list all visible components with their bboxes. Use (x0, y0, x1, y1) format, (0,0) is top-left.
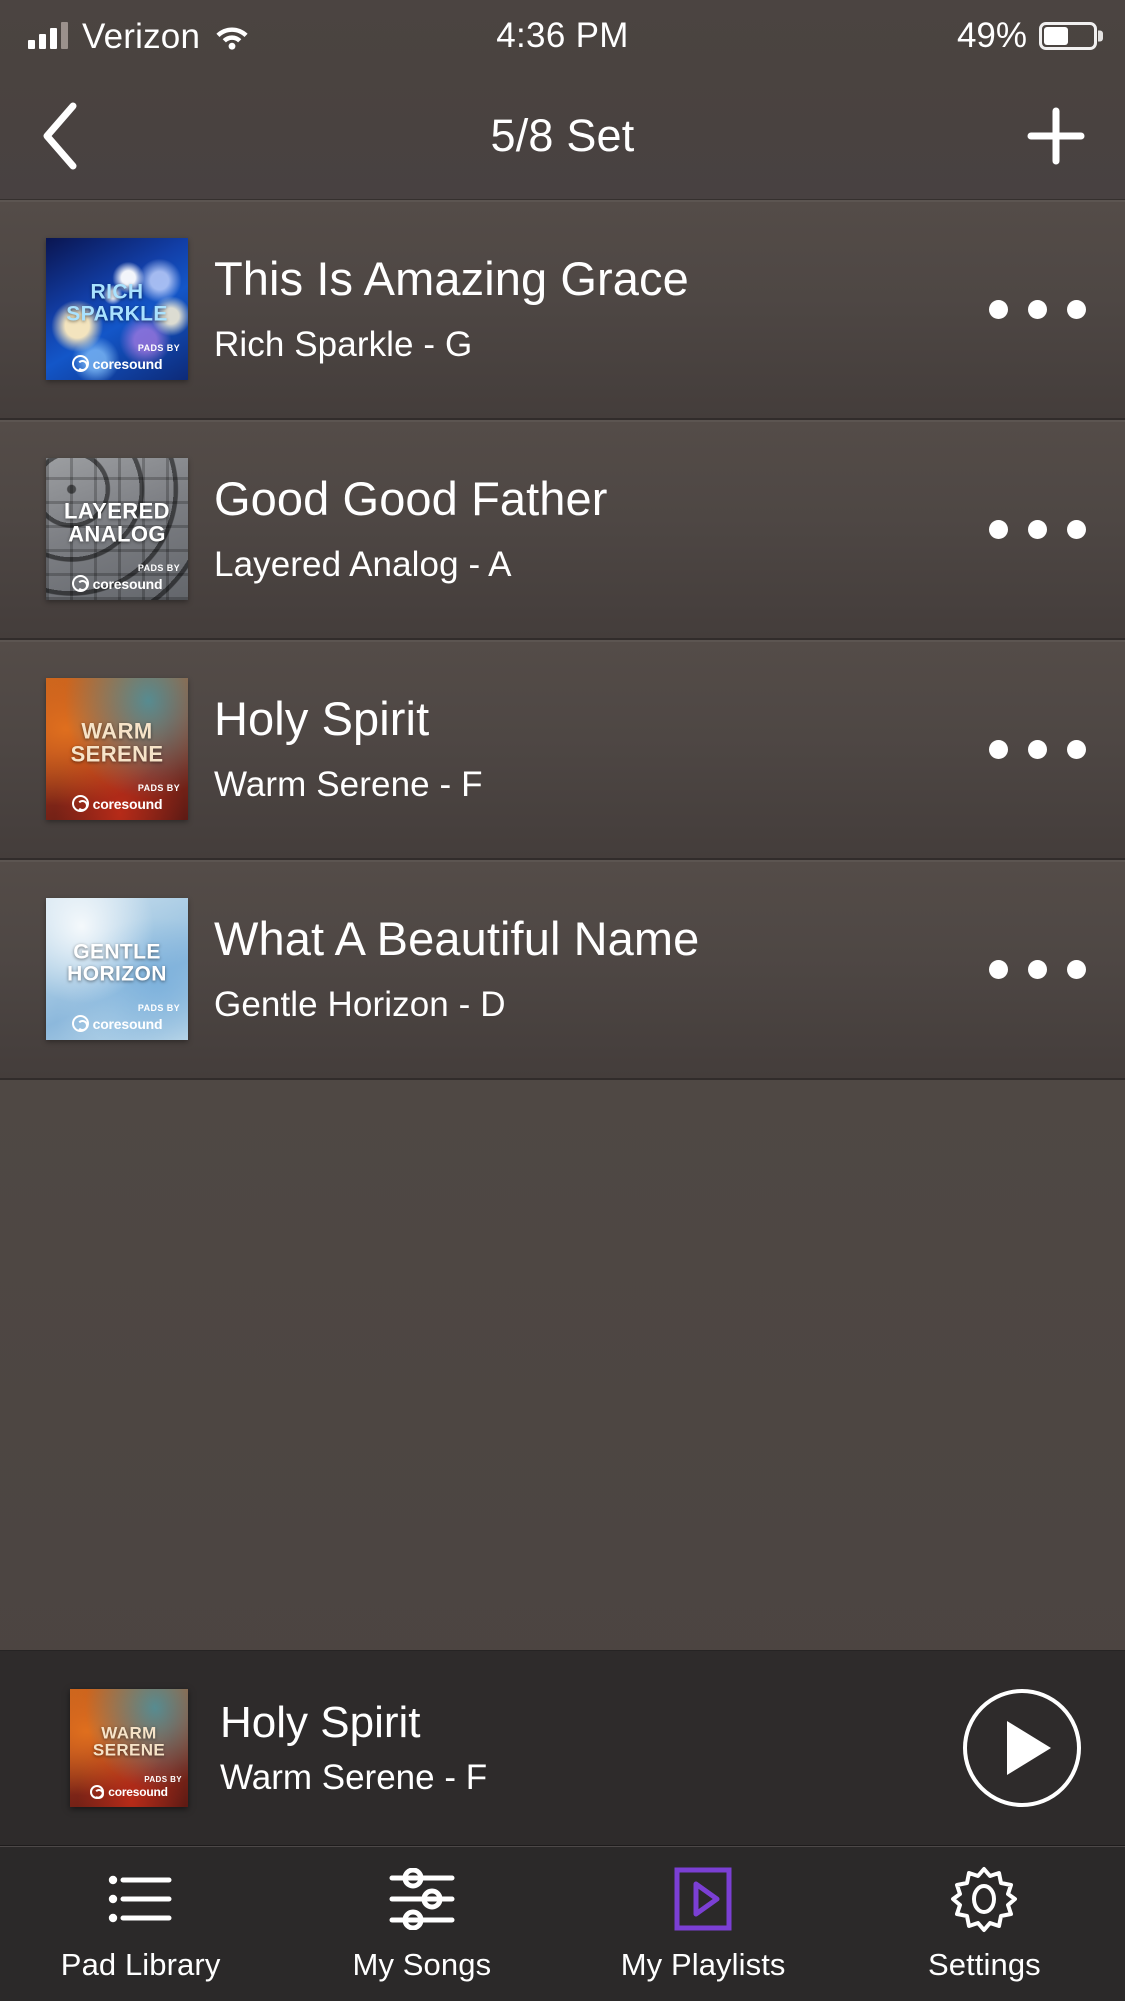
tab-settings[interactable]: Settings (844, 1863, 1125, 2001)
tab-label-my-songs: My Songs (352, 1947, 492, 1982)
song-title: This Is Amazing Grace (214, 252, 689, 306)
now-playing-title: Holy Spirit (220, 1697, 421, 1747)
coresound-logo-icon (71, 355, 89, 372)
list-bullet-icon (107, 1863, 175, 1935)
album-art-brand-kicker: PADS BY (144, 1775, 182, 1784)
album-art: LAYERED ANALOG PADS BY coresound (46, 458, 188, 600)
coresound-logo-icon (71, 575, 89, 592)
album-art-brand: coresound (46, 355, 188, 372)
app-root: Verizon 4:36 PM 49% 5/8 Set RICH SPARKLE… (0, 0, 1125, 2001)
song-text: What A Beautiful Name Gentle Horizon - D (188, 912, 975, 1025)
album-art-brand: coresound (46, 795, 188, 812)
more-horizontal-icon[interactable] (975, 519, 1125, 539)
album-art-brand-kicker: PADS BY (137, 343, 180, 353)
song-text: This Is Amazing Grace Rich Sparkle - G (188, 252, 975, 365)
tab-label-pad-library: Pad Library (60, 1947, 221, 1982)
status-bar-left: Verizon (28, 19, 250, 54)
tab-label-settings: Settings (927, 1947, 1041, 1982)
album-art-title: GENTLE HORIZON (67, 940, 167, 986)
carrier-label: Verizon (82, 16, 201, 56)
album-art-title: WARM SERENE (70, 718, 164, 767)
add-song-button[interactable] (1013, 93, 1099, 179)
wifi-icon (216, 27, 248, 50)
album-art-brand-kicker: PADS BY (137, 1003, 180, 1013)
album-art: RICH SPARKLE PADS BY coresound (46, 238, 188, 380)
tab-my-songs[interactable]: My Songs (281, 1863, 562, 2001)
list-empty-area (0, 1080, 1125, 1650)
song-row[interactable]: GENTLE HORIZON PADS BY coresound What A Beau… (0, 860, 1125, 1080)
tab-my-playlists[interactable]: My Playlists (563, 1863, 844, 2001)
song-row[interactable]: RICH SPARKLE PADS BY coresound This Is Amazi… (0, 200, 1125, 420)
now-playing-album-art: WARM SERENE PADS BY coresound (70, 1689, 188, 1807)
now-playing-text: Holy Spirit Warm Serene - F (188, 1697, 963, 1798)
song-subtitle: Warm Serene - F (214, 765, 483, 805)
song-title: Good Good Father (214, 472, 608, 526)
tab-label-my-playlists: My Playlists (620, 1947, 786, 1982)
play-button[interactable] (963, 1689, 1081, 1807)
play-icon (1007, 1721, 1051, 1775)
song-subtitle: Rich Sparkle - G (214, 325, 473, 365)
album-art: GENTLE HORIZON PADS BY coresound (46, 898, 188, 1040)
song-title: What A Beautiful Name (214, 912, 700, 966)
coresound-logo-icon (71, 795, 89, 812)
more-horizontal-icon[interactable] (975, 959, 1125, 979)
song-subtitle: Gentle Horizon - D (214, 985, 506, 1025)
tab-bar: Pad Library My Songs My Playlists Settin… (0, 1846, 1125, 2001)
album-art-brand-kicker: PADS BY (137, 783, 180, 793)
album-art-brand-kicker: PADS BY (137, 563, 180, 573)
nav-bar: 5/8 Set (0, 72, 1125, 200)
tab-pad-library[interactable]: Pad Library (0, 1863, 281, 2001)
battery-percent-label: 49% (956, 16, 1027, 55)
play-square-icon (673, 1863, 733, 1935)
song-text: Good Good Father Layered Analog - A (188, 472, 975, 585)
album-art-title: RICH SPARKLE (66, 280, 168, 326)
song-row[interactable]: WARM SERENE PADS BY coresound Holy Spirit War… (0, 640, 1125, 860)
page-title: 5/8 Set (490, 109, 635, 161)
album-art-title: WARM SERENE (92, 1723, 166, 1761)
song-list[interactable]: RICH SPARKLE PADS BY coresound This Is Amazi… (0, 200, 1125, 1650)
coresound-logo-icon (90, 1785, 105, 1799)
now-playing-bar[interactable]: WARM SERENE PADS BY coresound Holy Spirit… (0, 1650, 1125, 1846)
song-row[interactable]: LAYERED ANALOG PADS BY coresound Good Good F… (0, 420, 1125, 640)
album-art-brand: coresound (46, 1015, 188, 1032)
gear-icon (949, 1863, 1019, 1935)
more-horizontal-icon[interactable] (975, 299, 1125, 319)
now-playing-subtitle: Warm Serene - F (220, 1757, 488, 1797)
song-text: Holy Spirit Warm Serene - F (188, 692, 975, 805)
more-horizontal-icon[interactable] (975, 739, 1125, 759)
song-title: Holy Spirit (214, 692, 430, 746)
album-art-title: LAYERED ANALOG (64, 498, 170, 547)
song-subtitle: Layered Analog - A (214, 545, 512, 585)
plus-icon (1027, 107, 1085, 164)
sliders-icon (388, 1863, 456, 1935)
album-art-brand: coresound (46, 575, 188, 592)
status-bar: Verizon 4:36 PM 49% (0, 0, 1125, 72)
status-bar-right: 49% (957, 16, 1097, 56)
signal-bars-icon (28, 22, 68, 49)
album-art: WARM SERENE PADS BY coresound (46, 678, 188, 820)
coresound-logo-icon (71, 1015, 89, 1032)
album-art-brand: coresound (70, 1785, 188, 1799)
battery-icon (1039, 22, 1097, 50)
